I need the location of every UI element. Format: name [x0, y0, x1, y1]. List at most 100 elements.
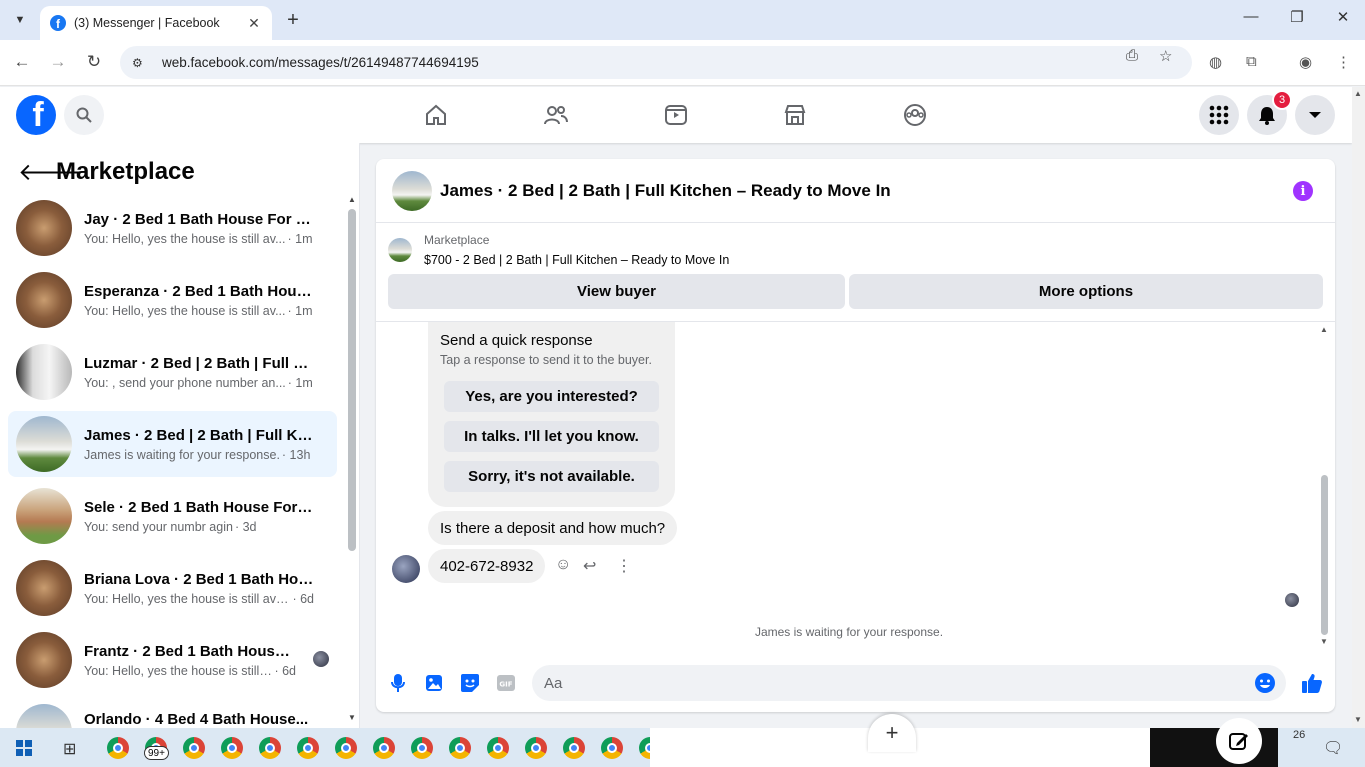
edit-pen-icon[interactable]	[1216, 718, 1262, 764]
list-item[interactable]: Esperanza · 2 Bed 1 Bath House ... You: …	[8, 267, 337, 333]
site-settings-icon[interactable]: ⚙	[132, 56, 148, 70]
minimize-icon[interactable]: —	[1228, 8, 1274, 25]
new-tab-plus-icon[interactable]: +	[282, 9, 304, 32]
sticker-icon[interactable]	[459, 672, 481, 694]
back-arrow-icon[interactable]: ←	[11, 52, 33, 72]
url-text[interactable]: web.facebook.com/messages/t/261494877446…	[162, 55, 479, 70]
sender-avatar[interactable]	[392, 555, 420, 583]
microphone-icon[interactable]	[387, 672, 409, 694]
chat-scroll-up-icon[interactable]: ▲	[1320, 325, 1328, 334]
list-item[interactable]: Sele · 2 Bed 1 Bath House For Rent You: …	[8, 483, 337, 549]
facebook-logo-icon[interactable]: f	[16, 95, 56, 135]
video-icon[interactable]	[662, 101, 690, 129]
gif-icon[interactable]: GIF	[495, 672, 517, 694]
chrome-taskbar-icon[interactable]	[449, 737, 471, 759]
list-item[interactable]: Frantz · 2 Bed 1 Bath House F... You: He…	[8, 627, 337, 693]
menu-grid-icon[interactable]	[1199, 95, 1239, 135]
chrome-taskbar-icon[interactable]	[601, 737, 623, 759]
chrome-taskbar-icon[interactable]	[183, 737, 205, 759]
action-center-icon[interactable]: 🗨	[1323, 738, 1343, 758]
sidebar-scroll-up-icon[interactable]: ▲	[348, 195, 356, 204]
windows-start-icon[interactable]	[16, 740, 32, 761]
friends-icon[interactable]	[542, 101, 570, 129]
listing-label: Marketplace	[424, 233, 490, 247]
browser-tab[interactable]: f (3) Messenger | Facebook ✕	[40, 6, 272, 40]
conversation-name: Briana Lova · 2 Bed 1 Bath Hous...	[84, 570, 314, 588]
chrome-taskbar-icon[interactable]	[107, 737, 129, 759]
info-icon[interactable]: i	[1293, 181, 1313, 201]
reload-icon[interactable]: ↻	[83, 52, 105, 72]
conversation-time: · 1m	[287, 231, 313, 246]
message-bubble[interactable]: 402-672-8932	[428, 549, 546, 583]
chrome-taskbar-icon[interactable]	[487, 737, 509, 759]
groups-icon[interactable]	[901, 101, 929, 129]
chrome-taskbar-icon[interactable]	[221, 737, 243, 759]
view-buyer-button[interactable]: View buyer	[388, 274, 845, 309]
chrome-taskbar-icon[interactable]	[259, 737, 281, 759]
quick-response-button[interactable]: Sorry, it's not available.	[444, 461, 659, 492]
account-chevron-icon[interactable]	[1295, 95, 1335, 135]
chrome-taskbar-icon[interactable]	[563, 737, 585, 759]
react-emoji-icon[interactable]: ☺	[555, 556, 571, 574]
conversation-snippet: You: Hello, yes the house is still av...	[84, 231, 286, 246]
window-close-icon[interactable]: ✕	[1320, 8, 1365, 26]
list-item[interactable]: Briana Lova · 2 Bed 1 Bath Hous... You: …	[8, 555, 337, 621]
more-actions-icon[interactable]: ⋮	[616, 556, 632, 576]
sidebar-scroll-thumb[interactable]	[348, 209, 356, 551]
chrome-taskbar-icon[interactable]	[373, 737, 395, 759]
profile-icon[interactable]: ◉	[1299, 53, 1312, 71]
address-toolbar: ← → ↻ ⚙ web.facebook.com/messages/t/2614…	[0, 40, 1365, 86]
page-scrollbar[interactable]: ▲ ▼	[1352, 87, 1365, 728]
tab-search-chevron-icon[interactable]: ▼	[8, 8, 32, 32]
task-view-icon[interactable]: ⊞	[63, 739, 76, 759]
list-item[interactable]: Luzmar · 2 Bed | 2 Bath | Full Kit... Yo…	[8, 339, 337, 405]
tab-close-icon[interactable]: ✕	[246, 15, 262, 32]
omnibox[interactable]: ⚙ web.facebook.com/messages/t/2614948774…	[120, 46, 1192, 79]
list-item[interactable]: Orlando · 4 Bed 4 Bath House...	[8, 699, 337, 728]
chat-avatar[interactable]	[392, 170, 432, 211]
chrome-taskbar-icon[interactable]	[297, 737, 319, 759]
home-icon[interactable]	[422, 101, 450, 129]
chat-title[interactable]: James · 2 Bed | 2 Bath | Full Kitchen – …	[440, 181, 891, 201]
sidebar-scroll-down-icon[interactable]: ▼	[348, 713, 356, 722]
message-bubble[interactable]: Is there a deposit and how much?	[428, 511, 678, 545]
page-scroll-up-icon[interactable]: ▲	[1354, 89, 1362, 98]
more-options-button[interactable]: More options	[849, 274, 1323, 309]
reply-icon[interactable]: ↩	[583, 556, 596, 576]
quick-response-subtitle: Tap a response to send it to the buyer.	[440, 353, 652, 367]
sidebar-scrollbar[interactable]: ▲ ▼	[347, 195, 356, 725]
emoji-icon[interactable]	[1254, 672, 1276, 694]
quick-response-button[interactable]: In talks. I'll let you know.	[444, 421, 659, 452]
back-arrow-icon[interactable]: 🡐	[18, 157, 82, 187]
quick-response-title: Send a quick response	[440, 332, 593, 349]
chrome-menu-icon[interactable]: ⋮	[1336, 53, 1351, 71]
list-item-active[interactable]: James · 2 Bed | 2 Bath | Full Kitc... Ja…	[8, 411, 337, 477]
photo-icon[interactable]	[423, 672, 445, 694]
chrome-taskbar-icon[interactable]	[335, 737, 357, 759]
bookmark-star-icon[interactable]: ☆	[1159, 47, 1172, 65]
page-scroll-down-icon[interactable]: ▼	[1354, 715, 1362, 724]
conversation-thumbnail	[16, 416, 72, 472]
chat-scrollbar[interactable]: ▲ ▼	[1319, 325, 1329, 651]
like-thumbs-up-icon[interactable]	[1301, 672, 1323, 694]
forward-arrow-icon[interactable]: →	[47, 52, 69, 72]
search-icon[interactable]	[64, 95, 104, 135]
chat-scroll-down-icon[interactable]: ▼	[1320, 637, 1328, 646]
list-item[interactable]: Jay · 2 Bed 1 Bath House For Rent You: H…	[8, 195, 337, 261]
chat-scroll-thumb[interactable]	[1321, 475, 1328, 635]
quick-response-button[interactable]: Yes, are you interested?	[444, 381, 659, 412]
restore-icon[interactable]: ❐	[1274, 8, 1320, 26]
chrome-taskbar-icon[interactable]	[525, 737, 547, 759]
marketplace-icon[interactable]	[781, 101, 809, 129]
listing-thumbnail	[388, 238, 412, 262]
chrome-taskbar-icon[interactable]	[411, 737, 433, 759]
install-app-icon[interactable]: ⎙	[1126, 47, 1138, 64]
conversation-name: Orlando · 4 Bed 4 Bath House...	[84, 711, 309, 728]
globe-icon[interactable]: ◍	[1209, 53, 1222, 71]
plus-icon[interactable]: +	[868, 714, 916, 752]
waiting-status: James is waiting for your response.	[754, 625, 944, 639]
message-input[interactable]: Aa	[532, 665, 1286, 701]
extensions-icon[interactable]: ⧉	[1246, 53, 1257, 70]
listing-summary[interactable]: Marketplace $700 - 2 Bed | 2 Bath | Full…	[388, 233, 729, 267]
message-input-placeholder: Aa	[544, 674, 563, 692]
